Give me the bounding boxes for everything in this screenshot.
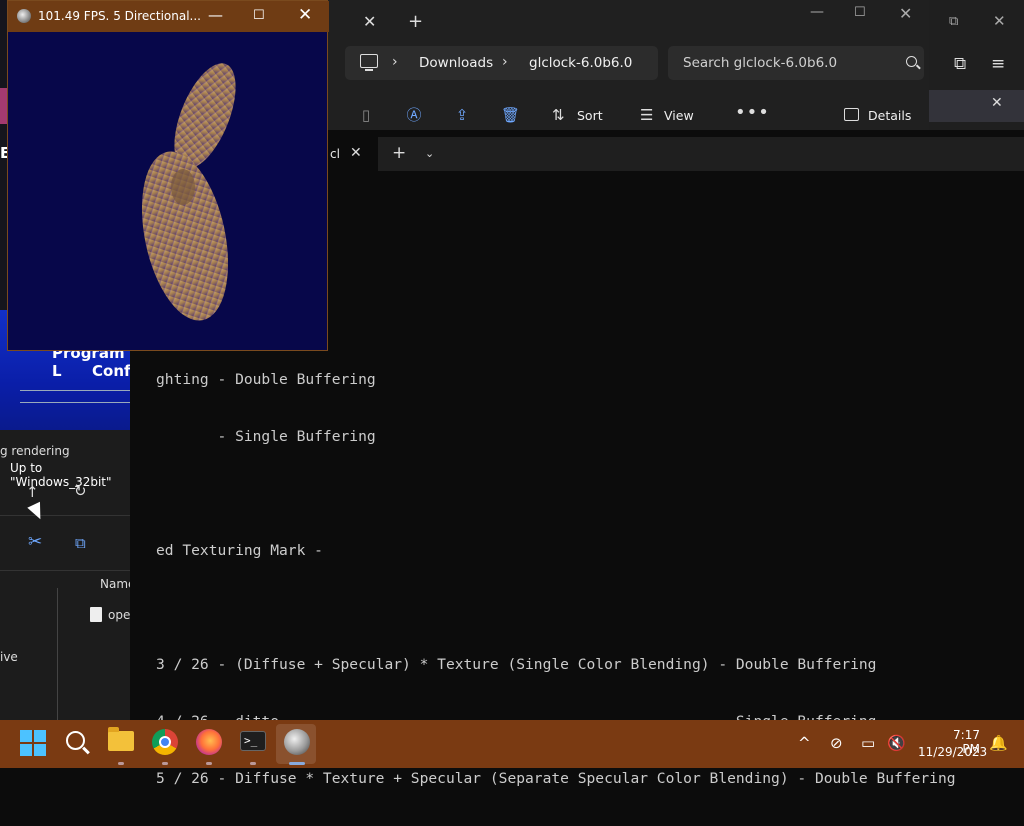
volume-muted-icon[interactable]: 🔇 <box>887 734 906 752</box>
explorer-new-tab-button[interactable]: + <box>408 11 423 32</box>
divider <box>20 402 130 403</box>
more-options-button[interactable]: ••• <box>735 102 770 123</box>
share-icon[interactable]: ⇪ <box>453 106 471 124</box>
terminal-tab-close-icon[interactable]: ✕ <box>350 145 362 161</box>
explorer-maximize-button[interactable]: ☐ <box>854 5 866 20</box>
details-button[interactable]: Details <box>868 108 911 123</box>
browser-close-button[interactable]: ✕ <box>993 12 1006 30</box>
active-indicator <box>289 762 305 765</box>
notification-bell-icon[interactable]: 🔔 <box>989 734 1008 752</box>
extensions-icon[interactable]: ⧉ <box>954 54 966 74</box>
terminal-line: - Single Buffering <box>156 428 376 445</box>
glclock-app-icon <box>17 9 31 23</box>
divider <box>0 515 130 516</box>
sort-icon[interactable]: ⇅ <box>552 106 565 124</box>
running-indicator <box>206 762 212 765</box>
terminal-line: ghting - Double Buffering <box>156 371 376 388</box>
glclock-maximize-button[interactable]: ☐ <box>253 8 265 23</box>
pane-divider[interactable] <box>57 588 58 720</box>
this-pc-icon[interactable] <box>360 54 378 71</box>
taskbar: >_ ^ ⊘ ▭ 🔇 7:17 PM 11/29/2023 🔔 <box>0 720 1024 768</box>
file-explorer-window: ✕ + — ☐ ✕ › Downloads › glclock-6.0b6.0 … <box>328 0 929 130</box>
explorer-tab-close-icon[interactable]: ✕ <box>363 12 376 31</box>
terminal-tab[interactable] <box>320 137 378 171</box>
up-arrow-icon[interactable]: ↑ <box>26 483 39 501</box>
breadcrumb-downloads[interactable]: Downloads <box>419 55 493 71</box>
network-offline-icon[interactable]: ⊘ <box>830 734 843 752</box>
running-indicator <box>162 762 168 765</box>
copy-icon[interactable]: ⧉ <box>75 534 86 552</box>
terminal-line: 5 / 26 - Diffuse * Texture + Specular (S… <box>156 770 956 787</box>
browser-window: ⧉ ✕ ⧉ ≡ ✕ <box>929 0 1024 130</box>
search-input[interactable]: Search glclock-6.0b6.0 <box>668 46 924 80</box>
running-indicator <box>250 762 256 765</box>
details-pane-icon[interactable] <box>844 108 859 121</box>
name-column-header[interactable]: Name <box>100 577 130 591</box>
terminal-icon[interactable]: >_ <box>240 731 266 751</box>
glclock-close-button[interactable]: ✕ <box>298 5 312 25</box>
glclock-minimize-button[interactable]: — <box>208 6 223 24</box>
rename-icon[interactable]: Ⓐ <box>405 106 423 124</box>
explorer-close-button[interactable]: ✕ <box>899 4 912 23</box>
show-hidden-icons-chevron-icon[interactable]: ^ <box>798 734 811 752</box>
address-bar[interactable]: › Downloads › glclock-6.0b6.0 <box>345 46 658 80</box>
sidebar-item-drive[interactable]: ive <box>0 650 18 664</box>
taskbar-search-icon[interactable] <box>64 729 96 761</box>
terminal-tab-title[interactable]: cl <box>330 147 340 161</box>
glclock-title: 101.49 FPS. 5 Directional... <box>38 9 201 23</box>
rendering-text: g rendering <box>0 444 70 458</box>
running-indicator <box>118 762 124 765</box>
refresh-icon[interactable]: ↻ <box>74 482 87 500</box>
monitor-network-icon[interactable]: ▭ <box>861 734 875 752</box>
terminal-line: ed Texturing Mark - <box>156 542 323 559</box>
config-label: Conf <box>92 362 130 380</box>
file-item[interactable]: ope <box>108 608 130 622</box>
browser-infobar <box>929 90 1024 122</box>
view-icon[interactable]: ☰ <box>640 106 653 124</box>
clock-date[interactable]: 11/29/2023 <box>918 745 987 759</box>
sort-button[interactable]: Sort <box>577 108 603 123</box>
delete-icon[interactable]: 🗑 <box>501 106 520 124</box>
glclock-icon[interactable] <box>284 729 310 755</box>
file-icon <box>90 607 102 622</box>
browser-restore-button[interactable]: ⧉ <box>949 14 958 29</box>
search-placeholder: Search glclock-6.0b6.0 <box>683 55 838 71</box>
breadcrumb-chevron-icon[interactable]: › <box>502 54 508 70</box>
infobar-close-icon[interactable]: ✕ <box>991 95 1003 111</box>
divider <box>0 570 130 571</box>
breadcrumb-current-folder[interactable]: glclock-6.0b6.0 <box>529 55 632 71</box>
chrome-icon[interactable] <box>152 729 178 755</box>
paste-icon[interactable]: ▯ <box>357 106 375 124</box>
file-explorer-icon[interactable] <box>108 727 134 751</box>
breadcrumb-chevron-icon[interactable]: › <box>392 54 398 70</box>
firefox-icon[interactable] <box>196 729 222 755</box>
divider <box>20 390 130 391</box>
gl-render-canvas[interactable] <box>8 32 327 350</box>
rendered-clock-hands <box>141 63 236 321</box>
browser-menu-icon[interactable]: ≡ <box>991 54 1005 74</box>
cut-icon[interactable]: ✂ <box>28 532 42 552</box>
clock-hand-center <box>171 169 195 205</box>
view-button[interactable]: View <box>664 108 694 123</box>
search-icon[interactable] <box>906 56 917 67</box>
terminal-line: 3 / 26 - (Diffuse + Specular) * Texture … <box>156 656 877 673</box>
terminal-dropdown-icon[interactable]: ⌄ <box>425 147 434 160</box>
glclock-titlebar[interactable]: 101.49 FPS. 5 Directional... — ☐ ✕ <box>8 1 329 32</box>
terminal-new-tab-button[interactable]: + <box>392 143 406 163</box>
glclock-window: 101.49 FPS. 5 Directional... — ☐ ✕ <box>7 0 329 351</box>
explorer-minimize-button[interactable]: — <box>810 4 824 20</box>
start-windows-icon[interactable] <box>20 730 46 756</box>
